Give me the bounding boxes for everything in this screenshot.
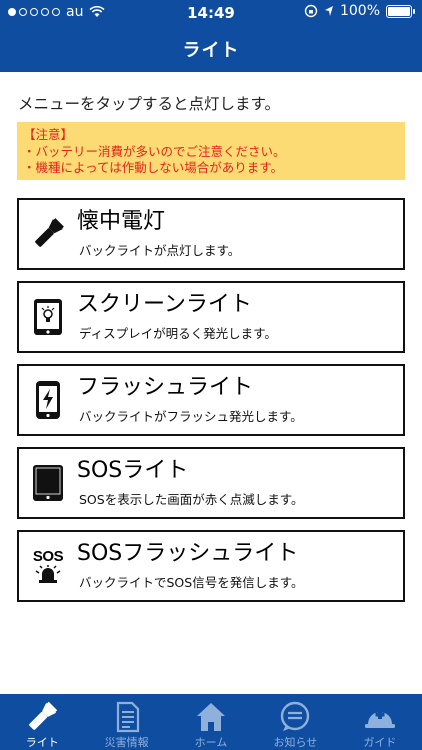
- page-title: ライト: [182, 40, 240, 61]
- notice-line: ・バッテリー消費が多いのでご注意ください。: [23, 143, 286, 159]
- menu-item-description: バックライトが点灯します。: [79, 243, 241, 258]
- tab-notices[interactable]: お知らせ: [253, 694, 337, 750]
- tab-disaster-info[interactable]: 災害情報: [84, 694, 168, 750]
- menu-item-sos-flash-light[interactable]: SOS SOSフラッシュライト バックライトでSOS信号を発信します。: [17, 530, 405, 602]
- helmet-icon: [364, 710, 395, 728]
- message-icon: [281, 701, 310, 731]
- caution-notice: 【注意】 ・バッテリー消費が多いのでご注意ください。 ・機種によっては作動しない…: [17, 122, 405, 180]
- phone-flash-icon: [29, 380, 67, 420]
- tab-light[interactable]: ライト: [0, 694, 84, 750]
- menu-item-description: SOSを表示した画面が赤く点滅します。: [79, 492, 304, 507]
- menu-item-title: SOSフラッシュライト: [77, 541, 299, 566]
- status-bar: au 14:49 100%: [0, 0, 422, 24]
- menu-item-description: ディスプレイが明るく発光します。: [79, 326, 277, 341]
- menu-item-title: 懐中電灯: [77, 209, 166, 234]
- screen-bulb-icon: [29, 297, 67, 337]
- tab-label: ガイド: [363, 736, 397, 749]
- tab-home[interactable]: ホーム: [169, 694, 253, 750]
- menu-item-description: バックライトがフラッシュ発光します。: [79, 409, 303, 424]
- menu-item-flashlight[interactable]: 懐中電灯 バックライトが点灯します。: [17, 198, 405, 270]
- tab-label: ホーム: [194, 736, 228, 749]
- instruction-text: メニューをタップすると点灯します。: [18, 95, 280, 113]
- menu-item-title: フラッシュライト: [77, 375, 254, 400]
- sos-icon-text: SOS: [32, 547, 64, 565]
- sos-siren-icon: SOS: [29, 546, 67, 586]
- menu-item-screen-light[interactable]: スクリーンライト ディスプレイが明るく発光します。: [17, 281, 405, 353]
- tab-label: 災害情報: [104, 736, 149, 749]
- notice-line: ・機種によっては作動しない場合があります。: [23, 160, 284, 175]
- battery-percent: 100%: [339, 3, 380, 19]
- tab-label: ライト: [25, 736, 59, 749]
- menu-item-title: スクリーンライト: [77, 292, 252, 317]
- document-icon: [116, 701, 139, 733]
- menu-item-sos-light[interactable]: SOSライト SOSを表示した画面が赤く点滅します。: [17, 447, 405, 519]
- flashlight-icon: [29, 214, 67, 254]
- app-header: au 14:49 100% ライト: [0, 0, 422, 72]
- notice-heading: 【注意】: [23, 127, 74, 142]
- tab-bar: ライト 災害情報 ホーム お知らせ ガイド: [0, 694, 422, 750]
- tab-guide[interactable]: ガイド: [338, 694, 422, 750]
- menu-item-flash-light[interactable]: フラッシュライト バックライトがフラッシュ発光します。: [17, 364, 405, 436]
- tablet-icon: [29, 463, 67, 503]
- rotation-lock-icon: [304, 4, 318, 18]
- home-icon: [197, 703, 226, 731]
- flashlight-icon: [29, 701, 58, 730]
- battery-icon: [386, 4, 415, 18]
- status-right: 100%: [304, 3, 415, 19]
- menu-item-title: SOSライト: [77, 458, 189, 483]
- tab-label: お知らせ: [273, 736, 318, 749]
- menu-item-description: バックライトでSOS信号を発信します。: [79, 575, 304, 590]
- location-icon: [324, 6, 333, 16]
